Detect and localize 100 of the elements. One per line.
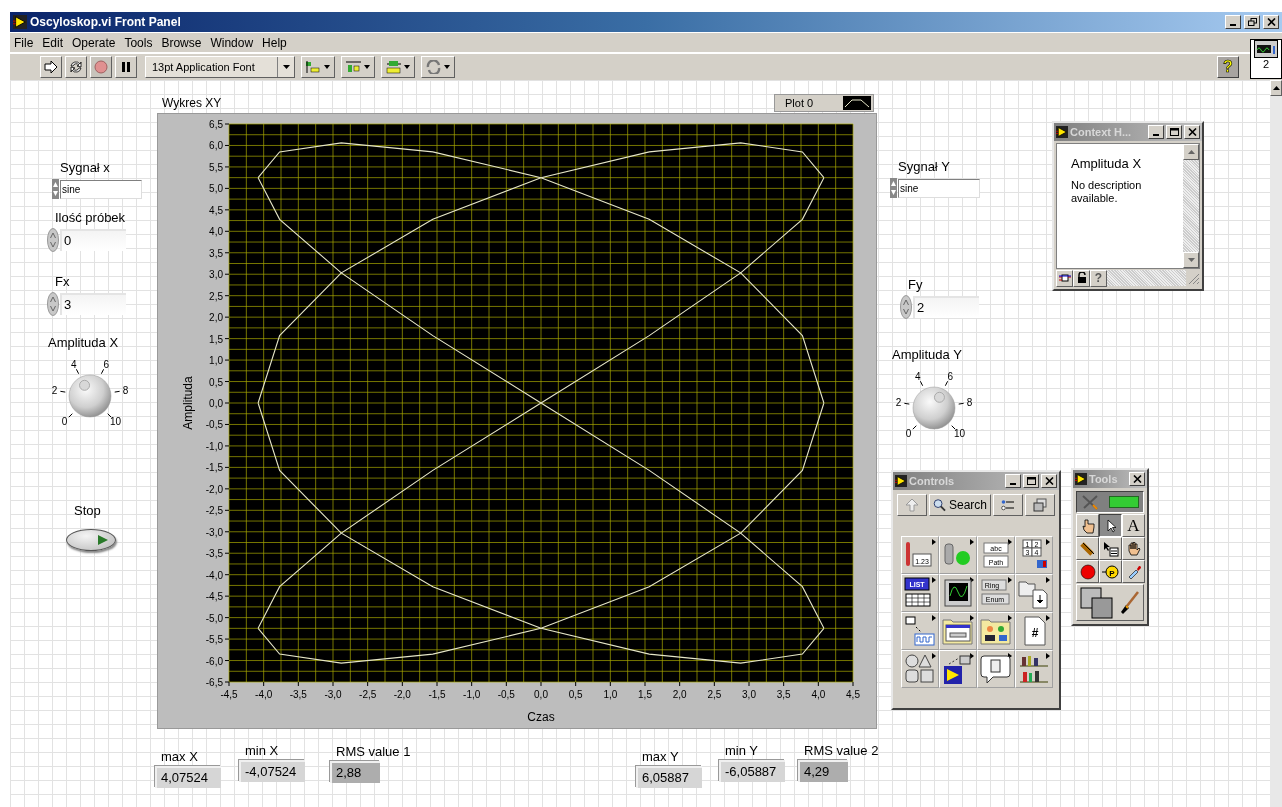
scale-label: 0 [905,427,912,439]
color-tool-button[interactable] [1076,584,1144,621]
lock-button[interactable] [1073,269,1090,287]
resize-objects-icon [385,60,411,74]
window-title: Tools [1089,473,1118,485]
tick-label: 4,0 [209,226,223,238]
align-objects-button[interactable] [301,56,335,78]
vi-icon[interactable]: 2 [1250,39,1282,79]
text-tool-button[interactable]: A [1122,514,1145,537]
shortcut-tool-button[interactable] [1099,537,1122,560]
close-button[interactable] [1129,472,1145,486]
close-button[interactable] [1041,474,1057,488]
window-title: Context H... [1070,126,1132,138]
menu-item[interactable]: Window [210,35,254,50]
distribute-objects-button[interactable] [341,56,375,78]
numeric-field[interactable]: 0 [60,229,126,251]
reorder-objects-button[interactable] [421,56,455,78]
tick-label: 5,0 [209,183,223,195]
refnum-palette-button[interactable]: # [1015,612,1053,650]
close-icon [1266,18,1276,26]
dialog-palette-button[interactable] [977,650,1015,688]
operate-tool-button[interactable] [1076,514,1099,537]
resize-objects-button[interactable] [381,56,415,78]
menu-item[interactable]: Operate [72,35,116,50]
resize-grip-icon[interactable] [1186,271,1200,285]
numeric-field[interactable]: 3 [60,293,126,315]
vi-palette-button[interactable] [939,650,977,688]
position-tool-button[interactable] [1099,514,1122,537]
lock-icon [1076,272,1087,284]
indicator-label: max Y [641,749,679,765]
view-options-button[interactable] [993,494,1023,516]
help-button[interactable]: ? [1090,269,1107,287]
window-title: Oscyloskop.vi Front Panel [30,15,181,29]
menu-item[interactable]: Browse [161,35,202,50]
vertical-scrollbar[interactable] [1270,80,1282,807]
minimize-button[interactable] [1148,125,1164,139]
increment-arrows-icon[interactable] [900,295,912,319]
menu-item[interactable]: Help [262,35,287,50]
run-button[interactable] [40,56,62,78]
tick-label: 0,0 [209,398,223,409]
tick-label: 0,0 [534,689,548,700]
minimize-button[interactable] [1005,474,1021,488]
indicator-label: RMS value 1 [335,744,411,760]
decoration-palette-button[interactable] [977,612,1015,650]
font-dropdown[interactable]: 13pt Application Font [145,56,295,78]
tick-label: -3,5 [289,689,307,700]
pause-button[interactable] [115,56,137,78]
graph-palette-button[interactable] [939,574,977,612]
io-controls-icon [1017,576,1051,610]
abort-button[interactable] [90,56,112,78]
io-palette-button[interactable] [1015,574,1053,612]
indicator-label: min X [244,743,279,759]
maximize-button[interactable] [1166,125,1182,139]
window-title: Controls [909,475,955,487]
menu-item[interactable]: File [14,35,34,50]
boolean-palette-button[interactable] [939,536,977,574]
tick-label: 1,5 [209,333,223,345]
ring-field[interactable]: sine [60,179,142,199]
scroll-tool-button[interactable] [1122,537,1145,560]
plot-legend[interactable]: Plot 0 [774,94,874,112]
up-button[interactable] [897,494,927,516]
breakpoint-tool-button[interactable] [1076,560,1099,583]
container-palette-button[interactable] [939,612,977,650]
tick-label: 6,5 [209,119,223,130]
stop-button[interactable] [66,529,116,551]
shapes-palette-button[interactable] [901,650,939,688]
block-diagram-button[interactable] [1056,269,1073,287]
indicator-label: max X [160,749,198,765]
window-button[interactable] [1025,494,1055,516]
terminal-icon [1058,272,1071,284]
numeric-indicator: 2,88 [330,761,380,783]
restore-button[interactable] [1244,15,1260,29]
automatic-tool-button[interactable] [1076,491,1144,513]
maximize-icon [1026,477,1036,485]
close-button[interactable] [1184,125,1200,139]
search-button[interactable]: Search [929,494,991,516]
horizontal-scrollbar[interactable] [1107,270,1186,286]
ring-arrows-icon[interactable] [52,179,59,199]
scale-label: 0 [61,415,68,427]
library-palette-button[interactable] [1015,650,1053,688]
increment-arrows-icon[interactable] [47,292,59,316]
increment-arrows-icon[interactable] [47,228,59,252]
color-copy-tool-button[interactable] [1122,560,1145,583]
numeric-indicator: -6,05887 [719,760,785,782]
run-continuously-button[interactable] [65,56,87,78]
maximize-button[interactable] [1023,474,1039,488]
ring-arrows-icon[interactable] [890,178,897,198]
ring-field[interactable]: sine [898,178,980,198]
tick-label: -2,0 [205,483,223,495]
close-button[interactable] [1263,15,1279,29]
tick-label: -5,0 [205,612,223,624]
menu-item[interactable]: Edit [42,35,64,50]
tick-label: -2,0 [393,689,411,700]
numeric-field[interactable]: 2 [913,296,979,318]
vertical-scrollbar[interactable] [1183,144,1199,268]
signal-palette-button[interactable] [901,612,939,650]
minimize-button[interactable] [1225,15,1241,29]
menu-item[interactable]: Tools [124,35,153,50]
tick-label: -0,5 [497,689,515,700]
wire-tool-button[interactable] [1076,537,1099,560]
